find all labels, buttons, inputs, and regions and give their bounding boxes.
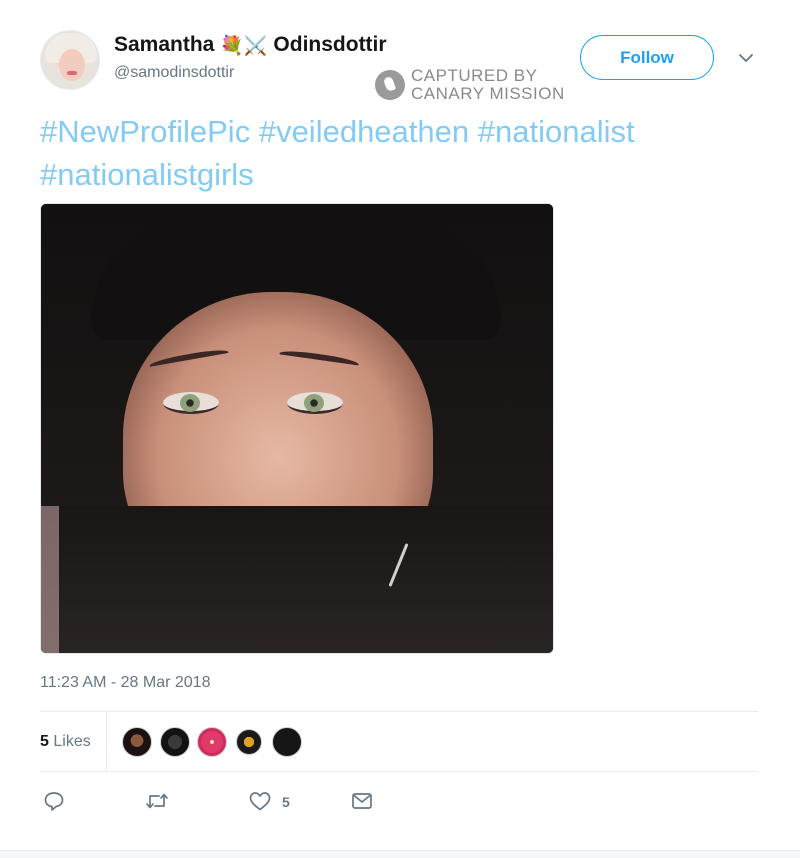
display-name-first: Samantha	[114, 33, 215, 56]
display-name[interactable]: Samantha 💐⚔️ Odinsdottir	[114, 33, 387, 58]
divider	[40, 771, 758, 772]
hashtag-link[interactable]: #NewProfilePic	[40, 114, 250, 149]
watermark-line-2: CANARY MISSION	[411, 84, 565, 103]
chevron-down-icon[interactable]	[738, 52, 754, 64]
hashtag-link[interactable]: #veiledheathen	[259, 114, 469, 149]
likes-label: Likes	[53, 733, 91, 750]
divider	[40, 711, 758, 712]
reply-icon	[44, 792, 64, 811]
like-button[interactable]	[248, 790, 272, 812]
retweet-button[interactable]	[145, 790, 169, 812]
photo-upper-section	[41, 204, 553, 592]
likes-stat[interactable]: 5 Likes	[40, 733, 91, 751]
liker-avatar[interactable]	[160, 727, 190, 757]
canary-mission-watermark: CAPTURED BY CANARY MISSION	[375, 66, 575, 104]
liker-avatar[interactable]	[122, 727, 152, 757]
heart-icon	[249, 792, 271, 811]
watermark-line-1: CAPTURED BY	[411, 66, 538, 85]
tweet-photo[interactable]	[40, 203, 554, 654]
like-count: 5	[282, 794, 290, 810]
stat-separator	[106, 712, 107, 772]
avatar-face	[59, 49, 85, 81]
liker-avatar[interactable]	[197, 727, 227, 757]
user-avatar[interactable]	[40, 30, 100, 90]
hashtag-link[interactable]: #nationalist	[478, 114, 635, 149]
direct-message-button[interactable]	[350, 790, 374, 812]
envelope-icon	[352, 793, 372, 809]
user-handle[interactable]: @samodinsdottir	[114, 64, 234, 82]
follow-button[interactable]: Follow	[580, 35, 714, 80]
tweet-timestamp[interactable]: 11:23 AM - 28 Mar 2018	[40, 674, 210, 692]
hashtag-link[interactable]: #nationalistgirls	[40, 157, 254, 192]
liker-avatar[interactable]	[272, 727, 302, 757]
photo-eye	[163, 392, 219, 414]
crossed-swords-emoji-icon: ⚔️	[243, 36, 268, 57]
liker-avatar[interactable]	[236, 729, 262, 755]
avatar-lips	[67, 71, 77, 75]
photo-eye	[287, 392, 343, 414]
tweet-card: Samantha 💐⚔️ Odinsdottir @samodinsdottir…	[0, 0, 800, 858]
retweet-icon	[146, 793, 168, 809]
display-name-last: Odinsdottir	[273, 33, 387, 56]
bottom-border	[0, 850, 800, 858]
photo-edge-strip	[41, 506, 59, 653]
photo-lower-section	[41, 506, 553, 653]
canary-logo-icon	[375, 70, 405, 100]
likes-count: 5	[40, 733, 49, 750]
tweet-text: #NewProfilePic #veiledheathen #nationali…	[40, 110, 760, 196]
reply-button[interactable]	[43, 790, 65, 812]
bouquet-emoji-icon: 💐	[220, 36, 244, 57]
